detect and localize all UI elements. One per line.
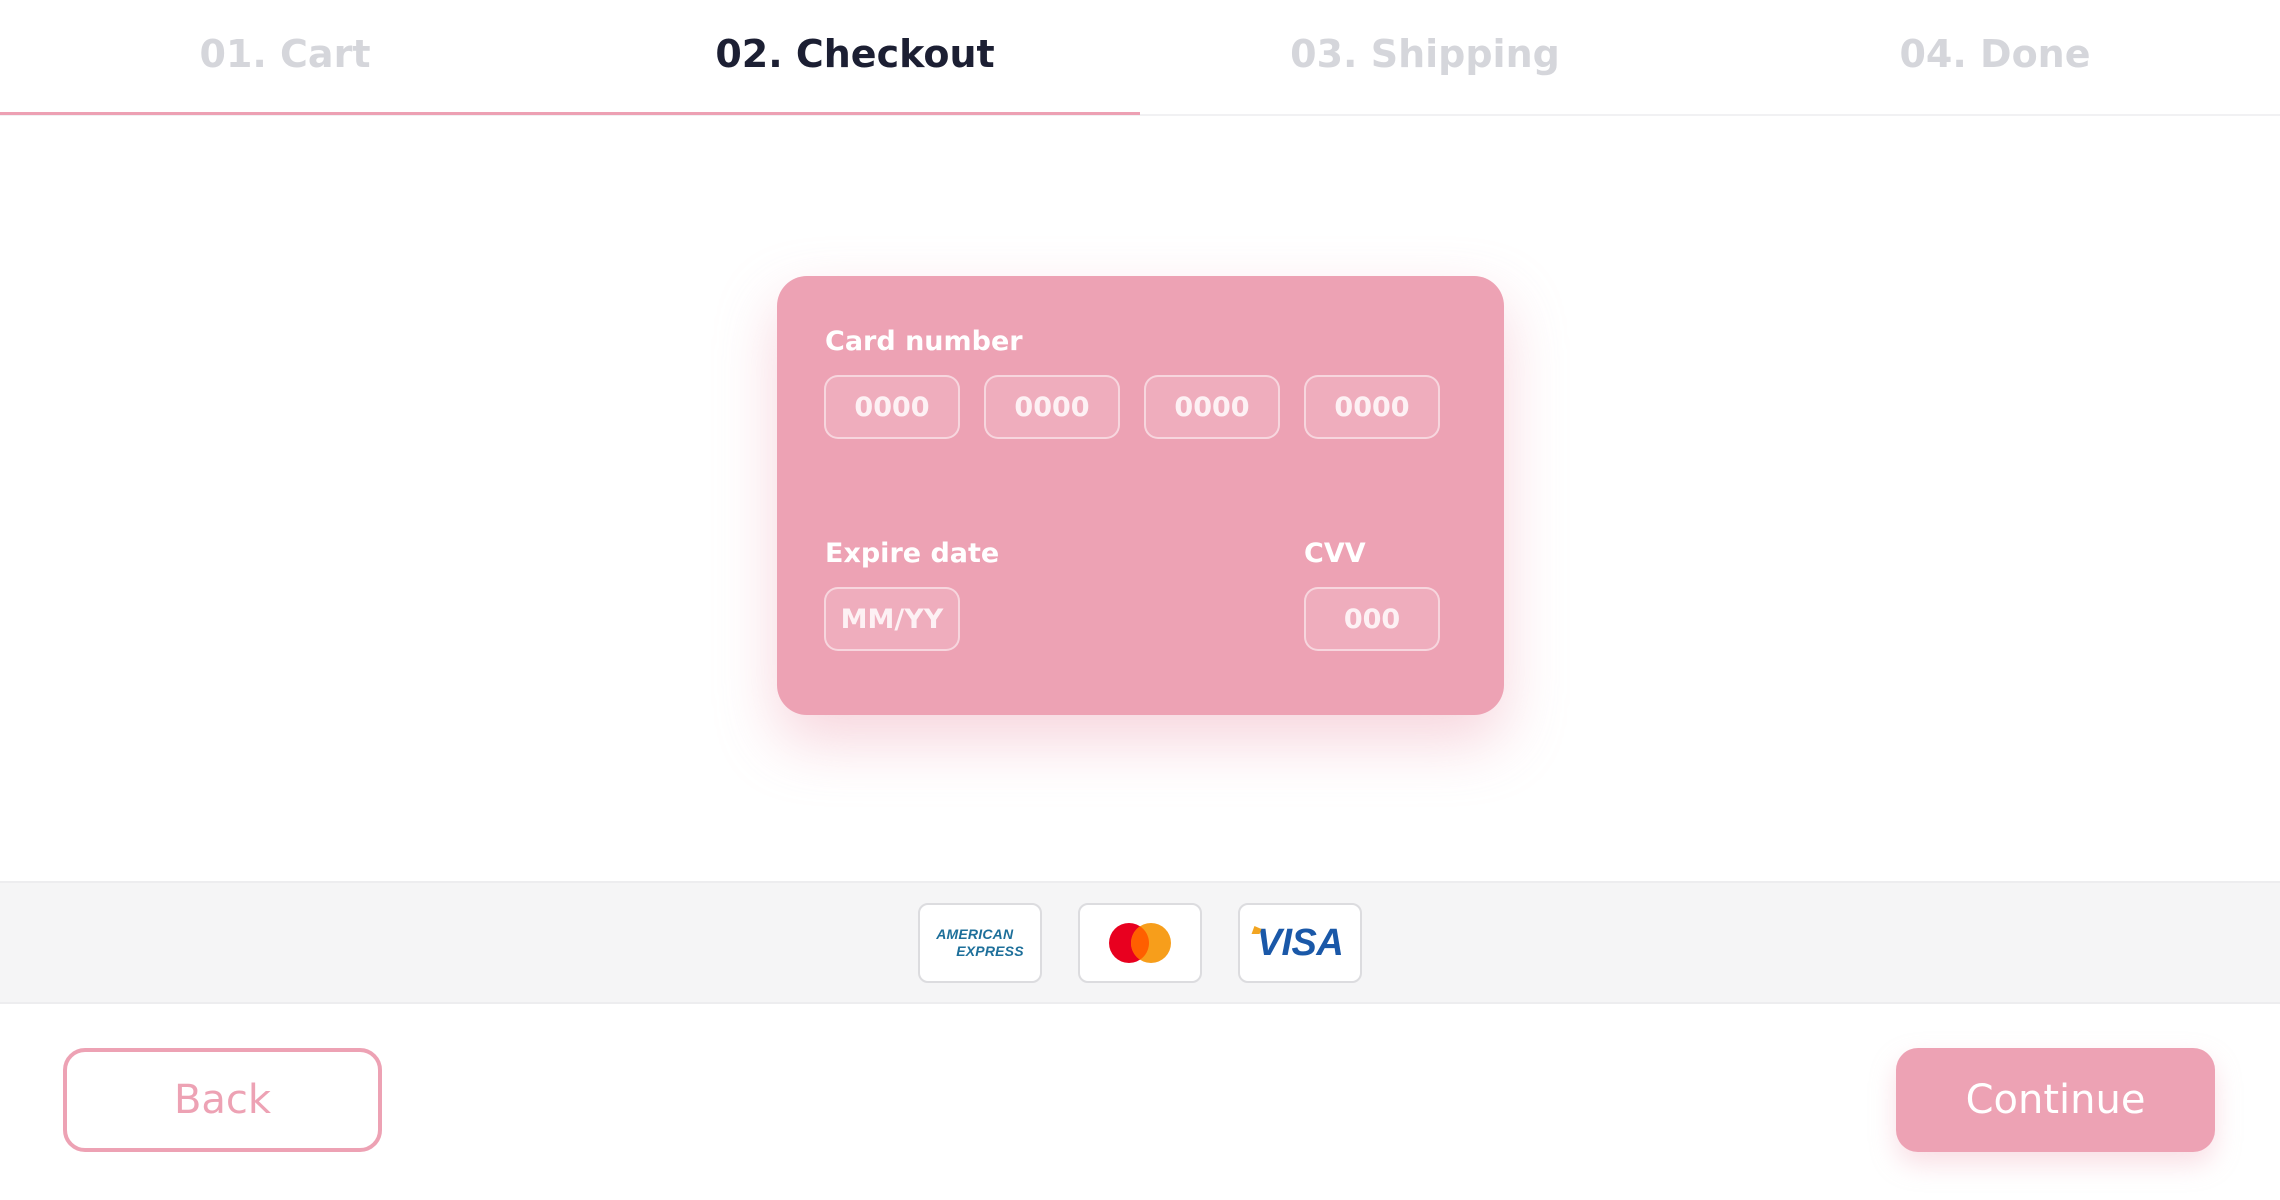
expire-date-label: Expire date (825, 538, 1000, 569)
tab-cart[interactable]: 01. Cart (0, 0, 570, 114)
amex-line-1: AMERICAN (936, 926, 1014, 942)
card-number-field-4[interactable] (1304, 375, 1440, 439)
expire-date-field[interactable] (824, 587, 960, 651)
continue-button[interactable]: Continue (1896, 1048, 2215, 1152)
visa-icon: VISA (1251, 921, 1344, 965)
amex-logo-button[interactable]: AMERICAN EXPRESS (918, 903, 1042, 983)
cvv-label: CVV (1304, 538, 1366, 569)
card-number-label: Card number (825, 326, 1023, 357)
visa-flag-mark (1251, 925, 1269, 934)
payment-methods-bar: AMERICAN EXPRESS VISA (0, 881, 2280, 1004)
tab-shipping[interactable]: 03. Shipping (1140, 0, 1710, 114)
card-number-field-1[interactable] (824, 375, 960, 439)
visa-logo-button[interactable]: VISA (1238, 903, 1362, 983)
card-number-field-2[interactable] (984, 375, 1120, 439)
mastercard-logo-button[interactable] (1078, 903, 1202, 983)
amex-icon: AMERICAN EXPRESS (936, 926, 1024, 960)
checkout-page: 01. Cart 02. Checkout 03. Shipping 04. D… (0, 0, 2280, 1200)
credit-card-form: Card number Expire date CVV (777, 276, 1504, 715)
cvv-field[interactable] (1304, 587, 1440, 651)
mastercard-icon (1109, 923, 1171, 963)
step-tabs: 01. Cart 02. Checkout 03. Shipping 04. D… (0, 0, 2280, 116)
tab-checkout[interactable]: 02. Checkout (570, 0, 1140, 114)
card-number-field-3[interactable] (1144, 375, 1280, 439)
step-progress-bar (0, 112, 1140, 115)
tab-done[interactable]: 04. Done (1710, 0, 2280, 114)
visa-text: VISA (1256, 921, 1344, 964)
amex-line-2: EXPRESS (956, 943, 1024, 959)
back-button[interactable]: Back (63, 1048, 382, 1152)
